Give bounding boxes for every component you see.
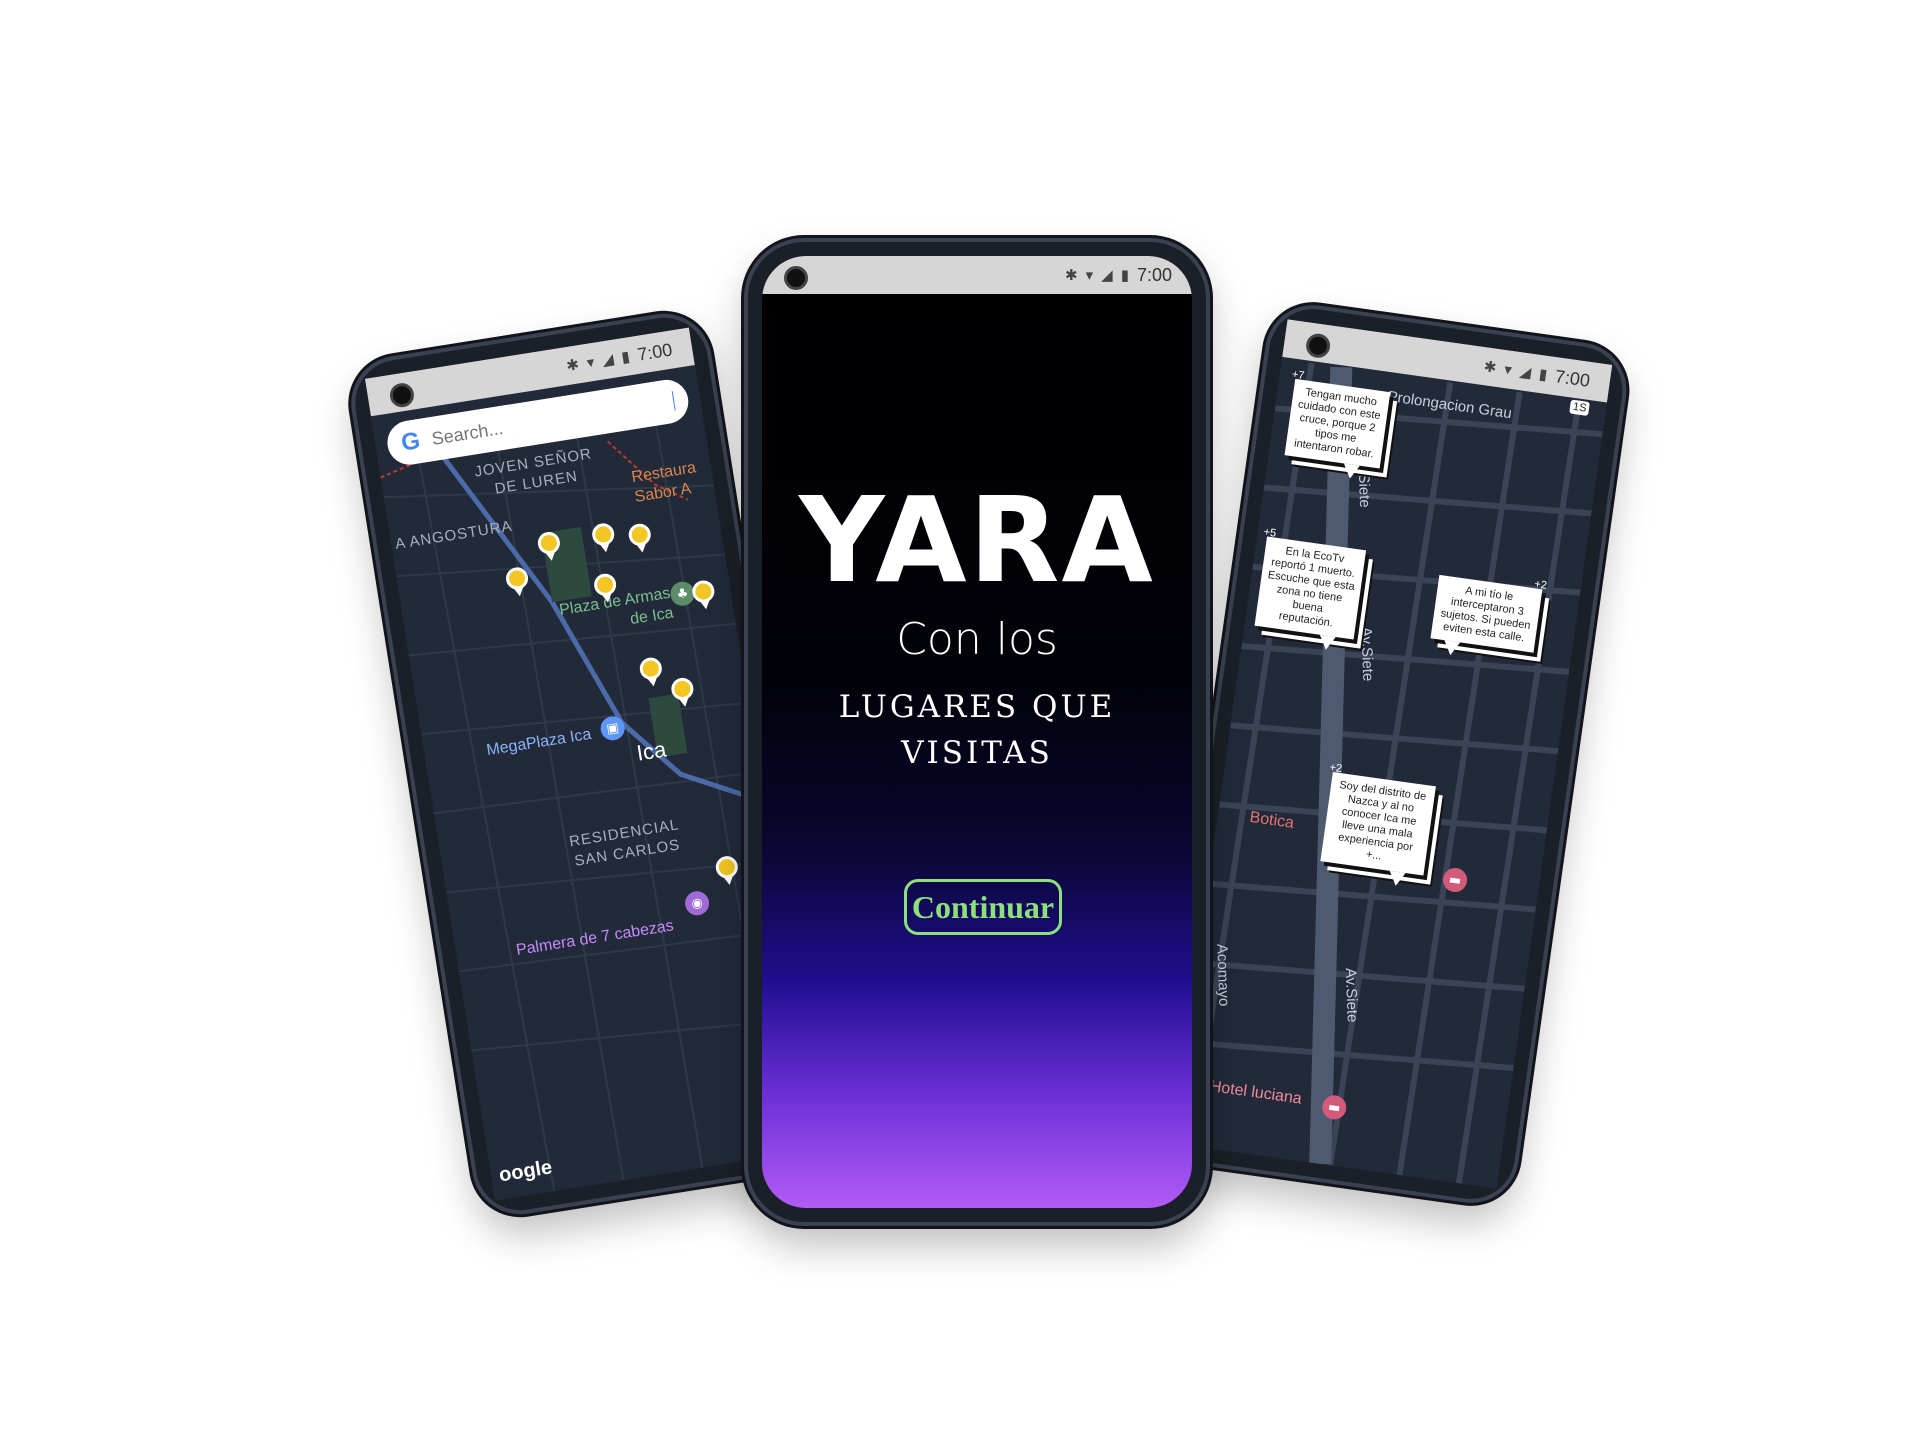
app-title: YARA [799, 471, 1155, 609]
report-pin-icon[interactable] [669, 676, 696, 709]
battery-icon: ▮ [1537, 364, 1549, 384]
report-pin-icon[interactable] [638, 656, 664, 689]
report-bubble[interactable]: +2 Soy del distrito de Nazca y al no con… [1320, 761, 1436, 887]
right-phone-mockup: ✱ ▾ ◢ ▮ 7:00 Prolongacion Grau 1S Av Sie… [1151, 298, 1633, 1210]
bluetooth-icon: ✱ [1065, 266, 1078, 284]
city-label: Ica [634, 736, 668, 766]
tagline-line-1: Con los [896, 614, 1058, 665]
right-phone-screen: ✱ ▾ ◢ ▮ 7:00 Prolongacion Grau 1S Av Sie… [1171, 319, 1613, 1189]
street-label: Av.Siete [1357, 626, 1377, 682]
wifi-icon: ▾ [1503, 359, 1514, 379]
report-pin-icon[interactable] [504, 565, 530, 599]
signal-icon: ◢ [1101, 266, 1113, 284]
microphone-icon[interactable] [671, 390, 676, 411]
status-time: 7:00 [1136, 264, 1172, 285]
report-pin-icon[interactable] [627, 522, 653, 555]
report-pin-icon[interactable] [590, 521, 617, 555]
report-bubble[interactable]: +7 Tengan mucho cuidado con este cruce, … [1284, 368, 1391, 480]
bluetooth-icon: ✱ [565, 355, 581, 375]
google-logo-icon: G [399, 427, 423, 457]
street-map[interactable] [1171, 319, 1613, 1189]
signal-icon: ◢ [1518, 362, 1533, 382]
status-bar: ✱ ▾ ◢ ▮ 7:00 [762, 256, 1192, 294]
report-pin-icon[interactable] [592, 572, 619, 605]
welcome-screen: ✱ ▾ ◢ ▮ 7:00 YARA Con los LUGARES QUE VI… [762, 256, 1192, 1208]
signal-icon: ◢ [600, 349, 615, 370]
front-camera [784, 266, 808, 290]
report-bubble[interactable]: +5 En la EcoTv reportó 1 muerto. Escuche… [1254, 526, 1367, 651]
status-time: 7:00 [1553, 365, 1592, 391]
battery-icon: ▮ [1120, 266, 1129, 284]
report-bubble[interactable]: +2 A mi tío le interceptaron 3 sujetos. … [1430, 574, 1548, 657]
status-time: 7:00 [635, 338, 674, 365]
route-shield: 1S [1569, 399, 1591, 417]
report-pin-icon[interactable] [536, 530, 562, 563]
continue-button[interactable]: Continuar [904, 879, 1062, 935]
battery-icon: ▮ [620, 347, 632, 367]
wifi-icon: ▾ [585, 352, 596, 372]
street-label: Acomayo [1213, 943, 1233, 1007]
report-pin-icon[interactable] [714, 854, 740, 888]
wifi-icon: ▾ [1085, 266, 1094, 284]
bluetooth-icon: ✱ [1482, 357, 1498, 377]
report-pin-icon[interactable] [690, 578, 717, 612]
tagline-line-2: LUGARES QUE VISITAS [838, 689, 1116, 771]
center-phone-mockup: ✱ ▾ ◢ ▮ 7:00 YARA Con los LUGARES QUE VI… [744, 238, 1210, 1226]
street-label: Av.Siete [1341, 967, 1361, 1023]
